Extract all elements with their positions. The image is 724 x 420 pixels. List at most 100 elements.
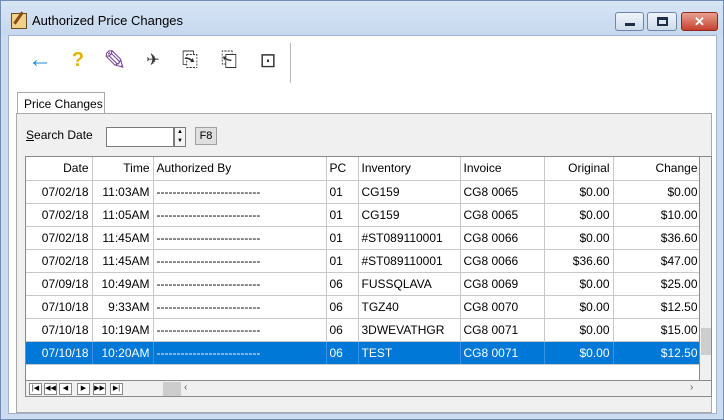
spin-up-icon[interactable]: ▲: [175, 128, 185, 137]
cell-time[interactable]: 11:45AM: [92, 249, 154, 273]
cell-invoice[interactable]: CG8 0065: [460, 203, 545, 227]
cell-pc[interactable]: 06: [326, 295, 359, 319]
title-bar[interactable]: Authorized Price Changes ✕: [1, 1, 723, 35]
cell-time[interactable]: 11:45AM: [92, 226, 154, 250]
cell-authorized-by[interactable]: --------------------------: [153, 180, 327, 204]
cell-change[interactable]: $15.00: [613, 318, 699, 342]
scroll-right-icon[interactable]: ›: [690, 382, 693, 393]
cell-pc[interactable]: 06: [326, 318, 359, 342]
cell-change[interactable]: $12.50: [613, 295, 699, 319]
cell-date[interactable]: 07/10/18: [26, 341, 93, 365]
cell-authorized-by[interactable]: --------------------------: [153, 272, 327, 296]
cell-date[interactable]: 07/02/18: [26, 249, 93, 273]
cell-change[interactable]: $47.00: [613, 249, 699, 273]
cell-date[interactable]: 07/02/18: [26, 203, 93, 227]
cell-date[interactable]: 07/09/18: [26, 272, 93, 296]
cell-date[interactable]: 07/10/18: [26, 318, 93, 342]
cell-authorized-by[interactable]: --------------------------: [153, 295, 327, 319]
cell-authorized-by[interactable]: --------------------------: [153, 226, 327, 250]
cell-inventory[interactable]: TGZ40: [358, 295, 461, 319]
cell-original[interactable]: $36.60: [544, 249, 614, 273]
cell-invoice[interactable]: CG8 0066: [460, 249, 545, 273]
cell-time[interactable]: 11:03AM: [92, 180, 154, 204]
cell-original[interactable]: $0.00: [544, 226, 614, 250]
column-header-time[interactable]: Time: [92, 157, 154, 181]
cell-original[interactable]: $0.00: [544, 272, 614, 296]
column-header-authorized-by[interactable]: Authorized By: [153, 157, 327, 181]
cell-original[interactable]: $0.00: [544, 295, 614, 319]
cell-date[interactable]: 07/02/18: [26, 180, 93, 204]
cell-date[interactable]: 07/10/18: [26, 295, 93, 319]
search-date-input[interactable]: [106, 127, 174, 147]
column-header-pc[interactable]: PC: [326, 157, 359, 181]
column-header-inventory[interactable]: Inventory: [358, 157, 461, 181]
tab-price-changes[interactable]: Price Changes: [17, 92, 105, 114]
price-changes-grid[interactable]: Date Time Authorized By PC Inventory Inv…: [25, 156, 700, 381]
cell-change[interactable]: $0.00: [613, 180, 699, 204]
column-header-date[interactable]: Date: [26, 157, 93, 181]
scroll-left-icon[interactable]: ‹: [184, 382, 187, 393]
cell-change[interactable]: $12.50: [613, 341, 699, 365]
cell-pc[interactable]: 01: [326, 203, 359, 227]
cell-invoice[interactable]: CG8 0071: [460, 341, 545, 365]
cell-inventory[interactable]: CG159: [358, 203, 461, 227]
insert-record-icon[interactable]: ⎘: [173, 42, 207, 78]
cell-inventory[interactable]: #ST089110001: [358, 249, 461, 273]
table-row[interactable]: 07/09/18 10:49AM -------------------------…: [26, 272, 699, 296]
close-button[interactable]: ✕: [681, 12, 718, 31]
cell-pc[interactable]: 01: [326, 180, 359, 204]
cell-time[interactable]: 10:20AM: [92, 341, 154, 365]
vertical-scrollbar[interactable]: [700, 156, 712, 381]
horizontal-scroll-thumb[interactable]: [163, 382, 181, 396]
cell-invoice[interactable]: CG8 0065: [460, 180, 545, 204]
cell-inventory[interactable]: CG159: [358, 180, 461, 204]
tool-handshake-icon[interactable]: ✈: [136, 42, 170, 78]
cell-authorized-by[interactable]: --------------------------: [153, 341, 327, 365]
cell-pc[interactable]: 01: [326, 226, 359, 250]
cell-original[interactable]: $0.00: [544, 203, 614, 227]
cell-date[interactable]: 07/02/18: [26, 226, 93, 250]
cell-time[interactable]: 10:19AM: [92, 318, 154, 342]
cell-change[interactable]: $25.00: [613, 272, 699, 296]
cell-pc[interactable]: 01: [326, 249, 359, 273]
nav-next-button[interactable]: ▶: [77, 383, 90, 395]
cell-time[interactable]: 9:33AM: [92, 295, 154, 319]
cell-time[interactable]: 10:49AM: [92, 272, 154, 296]
maximize-button[interactable]: [647, 12, 677, 31]
column-header-original[interactable]: Original: [544, 157, 614, 181]
cell-time[interactable]: 11:05AM: [92, 203, 154, 227]
edit-record-icon[interactable]: ⎗: [212, 42, 246, 78]
cell-authorized-by[interactable]: --------------------------: [153, 249, 327, 273]
cell-original[interactable]: $0.00: [544, 341, 614, 365]
cell-inventory[interactable]: TEST: [358, 341, 461, 365]
cell-inventory[interactable]: #ST089110001: [358, 226, 461, 250]
search-date-spinner[interactable]: ▲ ▼: [174, 127, 186, 147]
cell-invoice[interactable]: CG8 0071: [460, 318, 545, 342]
minimize-button[interactable]: [615, 12, 644, 31]
cell-authorized-by[interactable]: --------------------------: [153, 318, 327, 342]
nav-prev-button[interactable]: ◀: [59, 383, 72, 395]
table-row[interactable]: 07/02/18 11:05AM -------------------------…: [26, 203, 699, 227]
column-header-invoice[interactable]: Invoice: [460, 157, 545, 181]
table-row[interactable]: 07/02/18 11:45AM -------------------------…: [26, 226, 699, 250]
help-icon[interactable]: ?: [61, 42, 95, 78]
cell-change[interactable]: $10.00: [613, 203, 699, 227]
table-row[interactable]: 07/10/18 10:19AM -------------------------…: [26, 318, 699, 342]
f8-button[interactable]: F8: [195, 127, 217, 145]
cell-invoice[interactable]: CG8 0070: [460, 295, 545, 319]
cell-invoice[interactable]: CG8 0069: [460, 272, 545, 296]
back-arrow-icon[interactable]: ←: [23, 42, 57, 78]
table-row[interactable]: 07/02/18 11:45AM -------------------------…: [26, 249, 699, 273]
nav-last-button[interactable]: ▶|: [110, 383, 123, 395]
cell-change[interactable]: $36.60: [613, 226, 699, 250]
table-row[interactable]: 07/10/18 9:33AM --------------------------…: [26, 295, 699, 319]
nav-next-page-button[interactable]: ▶▶: [93, 383, 106, 395]
spin-down-icon[interactable]: ▼: [175, 137, 185, 146]
cell-inventory[interactable]: 3DWEVATHGR: [358, 318, 461, 342]
cell-pc[interactable]: 06: [326, 341, 359, 365]
nav-prev-page-button[interactable]: ◀◀: [44, 383, 57, 395]
table-row[interactable]: 07/02/18 11:03AM -------------------------…: [26, 180, 699, 204]
table-row[interactable]: 07/10/18 10:20AM -------------------------…: [26, 341, 699, 365]
cell-pc[interactable]: 06: [326, 272, 359, 296]
delete-record-icon[interactable]: ⊡: [251, 42, 285, 78]
